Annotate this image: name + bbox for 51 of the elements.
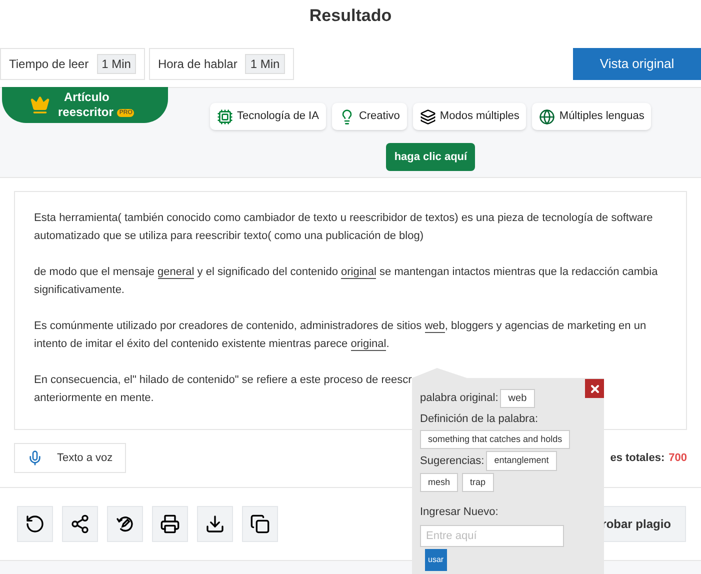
tool-button[interactable] (17, 506, 53, 542)
click-here-button[interactable]: haga clic aquí (386, 143, 476, 171)
globe-icon (539, 108, 556, 124)
printer-icon (160, 514, 180, 534)
feature-label: Creativo (358, 109, 400, 124)
close-icon (588, 382, 600, 394)
page-title: Resultado (309, 5, 392, 27)
original-word-label: palabra original: (420, 391, 498, 406)
text-to-speech-button[interactable]: Texto a voz (14, 443, 126, 473)
share-icon (70, 514, 90, 534)
close-button[interactable] (585, 379, 604, 398)
layers-icon (420, 108, 436, 124)
pencil-circle-icon (115, 514, 135, 534)
chip-icon (217, 108, 233, 124)
use-button[interactable]: usar (425, 548, 447, 570)
feature-label: Múltiples lenguas (559, 109, 644, 124)
suggestion-chip[interactable]: trap (462, 472, 494, 492)
paragraph-line: anteriormente en mente. (34, 391, 154, 406)
product-name: Artículo (63, 90, 110, 105)
download-icon (205, 514, 225, 534)
original-view-button[interactable]: Vista original (573, 48, 701, 80)
tool-button[interactable] (62, 506, 98, 542)
stat-label: Hora de hablar (158, 56, 238, 73)
crown-icon (30, 95, 50, 115)
microphone-icon (27, 450, 43, 466)
stat-label: Tiempo de leer (9, 56, 89, 73)
suggestions-label: Sugerencias: (420, 454, 484, 468)
tool-button[interactable] (197, 506, 233, 542)
feature-label: Tecnología de IA (237, 109, 319, 124)
tool-button[interactable] (107, 506, 143, 542)
copy-icon (250, 514, 270, 534)
new-word-input[interactable]: Entre aquí (420, 524, 564, 546)
stat-value: 1 Min (245, 54, 285, 74)
total-value: 700 (668, 450, 687, 466)
total-label: es totales: (610, 450, 665, 466)
product-name: reescritor (58, 105, 114, 120)
suggestion-chip[interactable]: entanglement (486, 451, 557, 470)
paragraph-line: En consecuencia, el" hilado de contenido" se refiere a este proceso de reescr (34, 373, 412, 388)
original-word: web (500, 389, 535, 408)
paragraph: Es comúnmente utilizado por creadores de contenido, administradores de sitios web, bloggers y agencias de marketing en un intento de imitar el éxito del contenido existente mientras parece original. (34, 319, 648, 353)
tool-button[interactable] (242, 506, 278, 542)
paragraph: de modo que el mensaje general y el significado del contenido original se mantengan intactos mientras que la redacción cambia significativamente. (34, 265, 659, 298)
feature-label: Modos múltiples (440, 109, 520, 124)
suggestion-chip[interactable]: mesh (420, 472, 458, 492)
tool-button[interactable] (152, 506, 188, 542)
paragraph: Esta herramienta( también conocido como cambiador de texto u reescribidor de textos) es una pieza de tecnología de software automatizado que se utiliza para reescribir texto( como una publicación de blog) (34, 211, 654, 244)
definition-text: something that catches and holds (420, 430, 570, 449)
new-word-label: Ingresar Nuevo: (420, 505, 500, 520)
definition-label: Definición de la palabra: (420, 412, 540, 427)
stat-value: 1 Min (96, 54, 136, 74)
rotate-icon (25, 514, 45, 534)
